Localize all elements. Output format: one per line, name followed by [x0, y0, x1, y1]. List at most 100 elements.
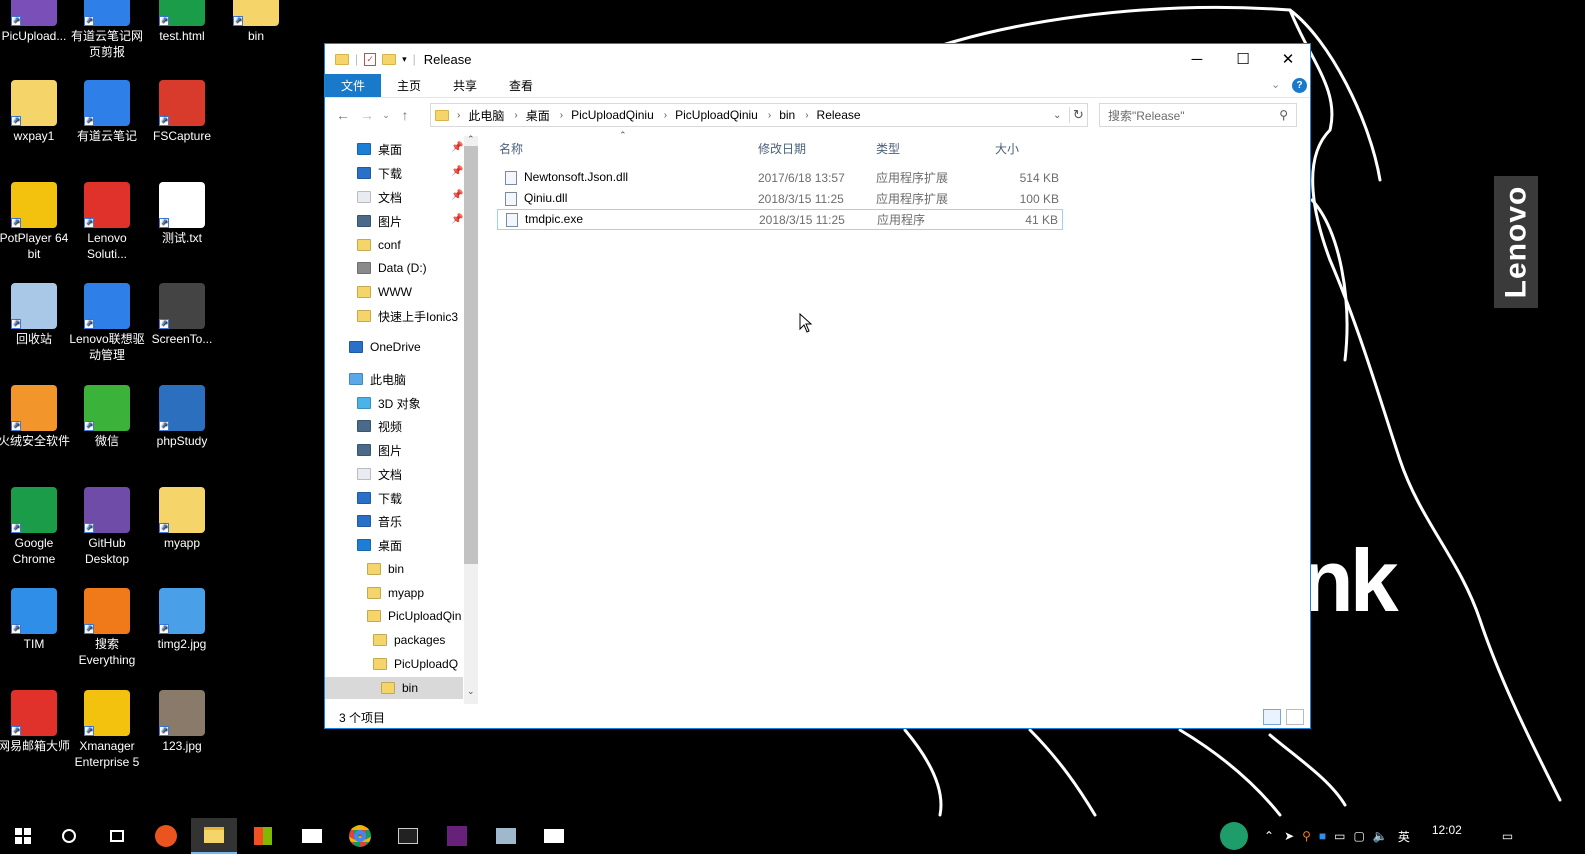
nav-item[interactable]: conf [357, 234, 401, 256]
nav-item[interactable]: 桌面 [357, 138, 402, 160]
nav-item[interactable]: 下载 [357, 162, 402, 184]
desktop-icon[interactable]: ↗ 测试.txt [144, 182, 220, 246]
column-header-date[interactable]: 修改日期 [758, 140, 806, 157]
taskbar-app-mail[interactable] [289, 818, 335, 854]
nav-item[interactable]: 文档 [357, 463, 402, 485]
desktop-icon[interactable]: ↗ 网易邮箱大师 [0, 690, 72, 754]
scroll-down-icon[interactable]: ⌄ [467, 686, 475, 697]
desktop-icon[interactable]: ↗ 123.jpg [144, 690, 220, 754]
up-arrow-icon[interactable]: ↑ [393, 107, 417, 123]
minimize-button[interactable]: ─ [1174, 44, 1220, 74]
desktop-icon[interactable]: ↗ myapp [144, 487, 220, 551]
desktop-icon[interactable]: ↗ PotPlayer 64 bit [0, 182, 72, 262]
close-button[interactable]: ✕ [1265, 44, 1311, 74]
nav-item[interactable]: 快速上手Ionic3 [357, 305, 458, 327]
volume-icon[interactable]: 🔈 [1373, 829, 1388, 843]
ime-indicator[interactable]: 英 [1398, 828, 1410, 845]
cortana-search-button[interactable] [46, 818, 92, 854]
nav-item[interactable]: 桌面 [357, 534, 402, 556]
desktop-icon[interactable]: ↗ FSCapture [144, 80, 220, 144]
nav-item[interactable]: 视频 [357, 415, 402, 437]
nav-item[interactable]: bin [325, 677, 463, 699]
breadcrumb-item[interactable]: bin [779, 108, 795, 122]
desktop-icon[interactable]: ↗ Lenovo联想驱动管理 [69, 283, 145, 363]
breadcrumb-item[interactable]: PicUploadQiniu [571, 108, 654, 122]
nav-item[interactable]: Data (D:) [357, 257, 427, 279]
nav-item[interactable]: 图片 [357, 439, 402, 461]
column-header-type[interactable]: 类型 [876, 140, 900, 157]
nav-item[interactable]: 图片 [357, 210, 402, 232]
pin-icon[interactable]: 📌 [451, 190, 463, 201]
breadcrumb-item[interactable]: Release [817, 108, 861, 122]
nav-item[interactable]: WWW [357, 281, 412, 303]
tray-app-icon[interactable]: ▭ [1334, 829, 1345, 843]
start-button[interactable] [0, 818, 46, 854]
nav-item[interactable]: bin [367, 558, 404, 580]
breadcrumb-chevron-icon[interactable]: › [664, 110, 667, 121]
breadcrumb-item[interactable]: PicUploadQiniu [675, 108, 758, 122]
taskbar-app-file-explorer[interactable] [191, 818, 237, 854]
desktop-icon[interactable]: ↗ PicUpload... [0, 0, 72, 44]
desktop-icon[interactable]: ↗ bin [218, 0, 294, 44]
network-monitor-icon[interactable] [1220, 822, 1248, 850]
details-view-button[interactable] [1263, 709, 1281, 725]
nav-item[interactable]: 3D 对象 [357, 392, 421, 414]
column-header-size[interactable]: 大小 [995, 140, 1019, 157]
desktop-icon[interactable]: ↗ 火绒安全软件 [0, 385, 72, 449]
qa-dropdown-icon[interactable]: ▾ [402, 54, 407, 65]
breadcrumb-chevron-icon[interactable]: › [768, 110, 771, 121]
desktop-icon[interactable]: ↗ 有道云笔记 [69, 80, 145, 144]
desktop-icon[interactable]: ↗ 回收站 [0, 283, 72, 347]
properties-icon[interactable]: ✓ [364, 52, 377, 66]
address-dropdown-icon[interactable]: ⌄ [1053, 110, 1061, 121]
breadcrumb-chevron-icon[interactable]: › [514, 110, 517, 121]
file-explorer-window[interactable]: | ✓ ▾ | Release ─ ☐ ✕ 文件 主页 共享 查看 ⌄ ? ← … [324, 43, 1311, 729]
new-folder-icon[interactable] [382, 53, 397, 65]
large-icons-view-button[interactable] [1286, 709, 1304, 725]
scroll-up-icon[interactable]: ⌃ [467, 134, 475, 145]
file-row[interactable]: tmdpic.exe 2018/3/15 11:25 应用程序 41 KB [497, 209, 1063, 230]
back-arrow-icon[interactable]: ← [331, 107, 355, 123]
desktop-icon[interactable]: ↗ phpStudy [144, 385, 220, 449]
desktop-icon[interactable]: ↗ Xmanager Enterprise 5 [69, 690, 145, 770]
address-bar[interactable]: › 此电脑 › 桌面 › PicUploadQiniu › PicUploadQ… [430, 103, 1088, 127]
nav-item[interactable]: myapp [367, 582, 424, 604]
nav-item[interactable]: 此电脑 [349, 368, 406, 390]
nav-item[interactable]: 下载 [357, 487, 402, 509]
taskbar-app-chrome[interactable] [337, 818, 383, 854]
desktop-icon[interactable]: ↗ ScreenTo... [144, 283, 220, 347]
search-box[interactable]: 搜索"Release" ⚲ [1099, 103, 1297, 127]
file-row[interactable]: Newtonsoft.Json.dll 2017/6/18 13:57 应用程序扩展… [497, 167, 1063, 188]
tab-file[interactable]: 文件 [325, 74, 382, 97]
paper-plane-icon[interactable]: ➤ [1284, 829, 1294, 843]
taskbar-app-terminal[interactable] [385, 818, 431, 854]
desktop-icon[interactable]: ↗ test.html [144, 0, 220, 44]
maximize-button[interactable]: ☐ [1220, 44, 1266, 74]
nav-item[interactable]: PicUploadQin [367, 605, 461, 627]
refresh-icon[interactable]: ↻ [1069, 107, 1084, 123]
nav-item[interactable]: OneDrive [349, 336, 421, 358]
taskbar-app-visual-studio[interactable] [434, 818, 480, 854]
breadcrumb-chevron-icon[interactable]: › [457, 110, 460, 121]
task-view-button[interactable] [94, 818, 140, 854]
desktop-icon[interactable]: ↗ 搜索 Everything [69, 588, 145, 668]
desktop-icon[interactable]: ↗ GitHub Desktop [69, 487, 145, 567]
nav-item[interactable]: PicUploadQ [373, 653, 458, 675]
notification-center-icon[interactable]: ▭ [1502, 829, 1513, 843]
search-input[interactable]: 搜索"Release" [1108, 107, 1185, 124]
tab-view[interactable]: 查看 [493, 74, 549, 97]
tab-home[interactable]: 主页 [381, 74, 437, 97]
title-bar[interactable]: | ✓ ▾ | Release ─ ☐ ✕ [325, 44, 1310, 74]
desktop-icon[interactable]: ↗ TIM [0, 588, 72, 652]
breadcrumb-item[interactable]: 此电脑 [468, 107, 504, 124]
search-icon[interactable]: ⚲ [1279, 108, 1288, 122]
desktop-icon[interactable]: ↗ 有道云笔记网页剪报 [69, 0, 145, 60]
taskbar-app-monitor[interactable] [531, 818, 577, 854]
pin-icon[interactable]: 📌 [451, 142, 463, 153]
expand-ribbon-icon[interactable]: ⌄ [1271, 78, 1280, 91]
nav-scrollbar-thumb[interactable] [464, 146, 478, 564]
clock-time[interactable]: 12:02 [1432, 823, 1462, 837]
tim-tray-icon[interactable]: ■ [1319, 829, 1326, 843]
nav-item[interactable]: 文档 [357, 186, 402, 208]
desktop-icon[interactable]: ↗ wxpay1 [0, 80, 72, 144]
